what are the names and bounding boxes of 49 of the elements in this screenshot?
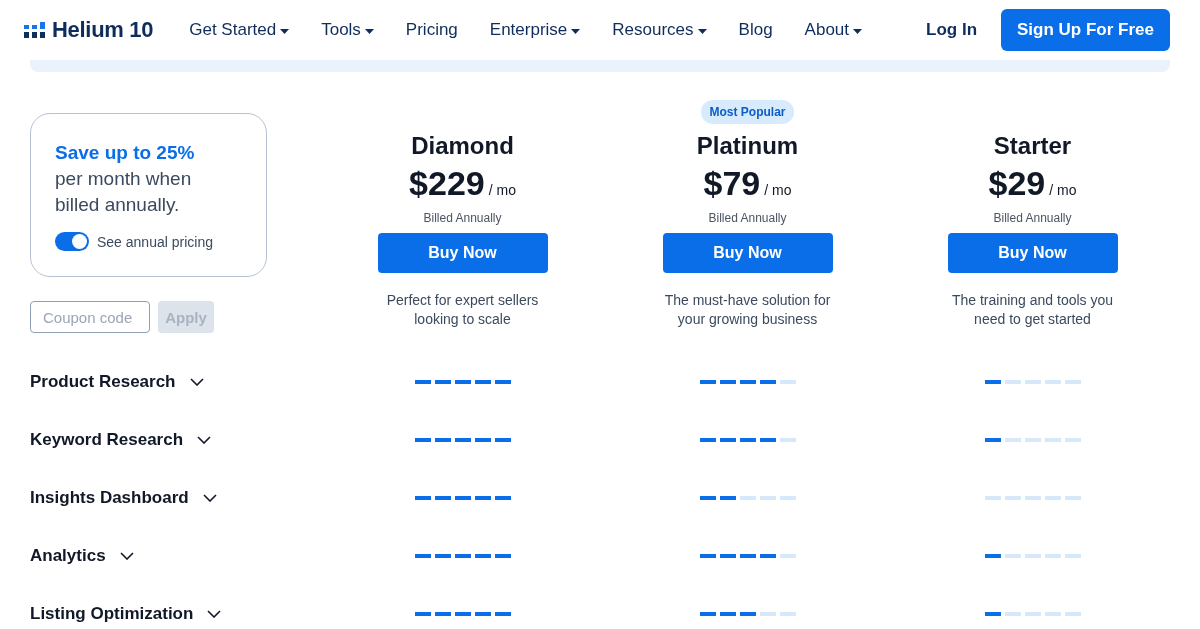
billing-note: Billed Annually [708, 211, 787, 225]
feature-name[interactable]: Insights Dashboard [30, 488, 189, 508]
feature-name[interactable]: Product Research [30, 372, 176, 392]
plan-name: Starter [993, 132, 1072, 160]
feature-name[interactable]: Listing Optimization [30, 604, 194, 624]
plan-price: $29 [988, 164, 1046, 203]
price-period: / mo [1049, 182, 1077, 198]
plan-description: Perfect for expert sellers looking to scale [385, 291, 540, 329]
nav-link[interactable]: Resources [612, 20, 707, 40]
logo-text[interactable]: Helium 10 [52, 17, 154, 43]
caret-icon [853, 28, 863, 34]
price-period: / mo [488, 182, 516, 198]
price-period: / mo [764, 182, 792, 198]
caret-icon [364, 28, 374, 34]
nav-link[interactable]: Tools [321, 20, 374, 40]
buy-button[interactable]: Buy Now [377, 233, 548, 273]
plan-name: Platinum [696, 132, 799, 160]
chevron-icon[interactable] [202, 494, 217, 502]
login-link[interactable]: Log In [926, 20, 978, 40]
nav-link[interactable]: Blog [738, 20, 773, 40]
plan-description: The training and tools you need to get started [950, 291, 1115, 329]
plan-price: $229 [409, 164, 485, 203]
toggle-label: See annual pricing [97, 233, 213, 250]
caret-icon [280, 28, 290, 34]
plan-name: Diamond [411, 132, 514, 160]
caret-icon [571, 28, 581, 34]
chevron-icon[interactable] [197, 436, 212, 444]
billing-note: Billed Annually [993, 211, 1072, 225]
buy-button[interactable]: Buy Now [947, 233, 1118, 273]
buy-button[interactable]: Buy Now [662, 233, 833, 273]
plan-price: $79 [703, 164, 761, 203]
signup-button[interactable]: Sign Up For Free [1001, 9, 1170, 51]
chevron-icon[interactable] [119, 552, 134, 560]
feature-name[interactable]: Analytics [30, 546, 106, 566]
logo-bars-icon [24, 22, 46, 38]
toggle-switch[interactable] [55, 232, 89, 251]
feature-name[interactable]: Keyword Research [30, 430, 184, 450]
coupon-field[interactable]: Coupon code [30, 301, 150, 333]
nav-link[interactable]: About [804, 20, 863, 40]
caret-icon [697, 28, 707, 34]
chevron-icon[interactable] [189, 378, 204, 386]
nav-link[interactable]: Enterprise [489, 20, 581, 40]
nav-link[interactable]: Pricing [405, 20, 458, 40]
plan-description: The must-have solution for your growing business [663, 291, 832, 329]
promo-text: Save up to 25% per month when billed annually. [55, 141, 196, 217]
chevron-icon[interactable] [207, 610, 222, 618]
billing-note: Billed Annually [423, 211, 502, 225]
nav-link[interactable]: Get Started [189, 20, 290, 40]
popular-badge: Most Popular [701, 100, 794, 124]
